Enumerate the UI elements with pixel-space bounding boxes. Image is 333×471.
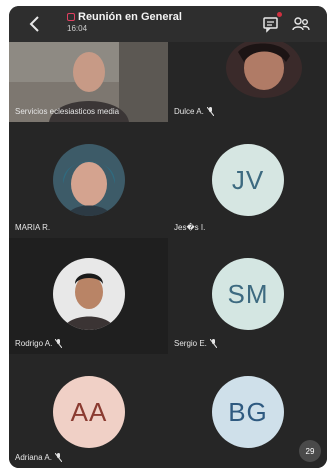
more-participants-button[interactable]: 29 [299,440,321,462]
meeting-header: Reunión en General 16:04 [9,6,327,42]
participant-label: Adriana A. [15,453,62,462]
chevron-left-icon [29,16,39,32]
participant-tile[interactable]: Rodrigo A. [9,238,168,354]
chat-icon [263,17,278,33]
avatar: JV [212,144,284,216]
participant-tile[interactable]: BG 29 [168,354,327,468]
chat-notification-badge [277,12,282,17]
participant-label: Servicios eclesiasticos media [15,107,120,116]
participant-tile[interactable]: JV Jes�s I. [168,122,327,238]
meeting-timer: 16:04 [67,24,88,33]
participant-tile-video[interactable]: Servicios eclesiasticos media [9,42,168,122]
meeting-title: Reunión en General [78,11,182,23]
participant-label: MARIA R. [15,223,51,232]
mic-muted-icon [55,339,63,348]
people-icon [292,17,310,31]
participant-tile[interactable]: MARIA R. [9,122,168,238]
avatar: SM [212,258,284,330]
participant-label: Jes�s I. [174,223,206,232]
recording-icon [67,13,75,21]
participant-label: Rodrigo A. [15,339,63,348]
participant-tile[interactable]: Dulce A. [168,42,327,122]
meeting-title-block: Reunión en General 16:04 [67,11,182,33]
avatar [53,258,125,330]
participant-tile[interactable]: AA Adriana A. [9,354,168,468]
avatar: AA [53,376,125,448]
chat-button[interactable] [261,12,282,34]
meeting-screen: Reunión en General 16:04 Servicios ecles… [9,6,327,468]
participant-label: Sergio E. [174,339,217,348]
avatar: BG [212,376,284,448]
participant-tile[interactable]: SM Sergio E. [168,238,327,354]
avatar [53,144,125,216]
back-button[interactable] [23,12,47,36]
participants-button[interactable] [291,14,311,34]
mic-muted-icon [54,453,62,462]
mic-muted-icon [209,339,217,348]
participant-label: Dulce A. [174,107,214,116]
mic-muted-icon [206,107,214,116]
